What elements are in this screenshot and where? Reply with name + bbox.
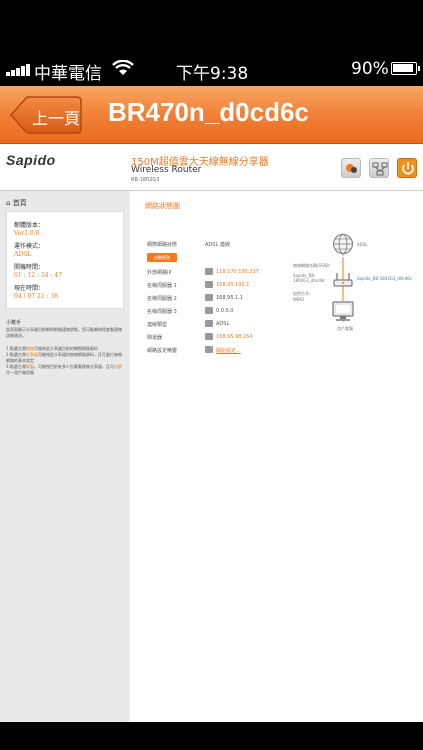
internet-status-value: ADSL 連線 — [205, 242, 230, 248]
current-time-label: 現在時間： — [14, 285, 45, 292]
gateway-label: 閘道器 — [147, 335, 163, 341]
network-diagram: ADSL Sapido_RB-1802G3_d0cd6c 無線網路名稱(SSID… — [293, 231, 423, 351]
web-view: Sapido 150M超值雲大天線無線分享器 Wireless Router R… — [0, 144, 423, 722]
status-bar — [0, 0, 423, 40]
battery-percent: 90% — [351, 59, 389, 79]
power-icon[interactable] — [397, 158, 417, 178]
back-button[interactable]: 上一頁 — [10, 96, 82, 134]
help-title: 小幫手 — [6, 320, 22, 326]
network-status-panel: 網路狀態圖 網際網路狀態 ADSL 連線 自動偵測 外部網路IP 118.170… — [133, 191, 423, 722]
router-header: Sapido 150M超值雲大天線無線分享器 Wireless Router R… — [0, 144, 423, 190]
info-badge-icon — [205, 346, 213, 353]
sidebar: ⌂ 首頁 韌體版本： Ver1.0.0 運作模式： ADSL 開機時間： 01 … — [0, 191, 130, 722]
info-badge-icon — [205, 294, 213, 301]
setup-wizard-link[interactable]: 開始設定... — [216, 347, 241, 354]
router-icon[interactable] — [333, 271, 353, 289]
current-time-value: 04 / 07 21 : 38 — [14, 293, 59, 300]
wifi-icon — [112, 60, 134, 75]
dns3-value: 0.0.0.0 — [216, 308, 234, 314]
info-badge-icon — [205, 320, 213, 327]
back-button-label: 上一頁 — [32, 109, 81, 128]
bottom-bar — [0, 722, 423, 750]
uptime-label: 開機時間： — [14, 264, 45, 271]
home-link[interactable]: ⌂ 首頁 — [6, 198, 27, 208]
carrier-label: 中華電信 — [34, 64, 102, 84]
help-step-3: 3.點選左側電腦，可檢視目前有多少台電腦連線分享器，且可封鎖任一用戶端設備 — [6, 364, 122, 375]
dns3-label: 名稱伺服器 3 — [147, 309, 177, 315]
clock: 下午9:38 — [176, 64, 249, 84]
mode-value: ADSL — [14, 251, 32, 258]
security-label: 加密方式: — [293, 291, 311, 296]
panel-title: 網路狀態圖 — [145, 202, 180, 210]
model-title-en: Wireless Router — [131, 165, 202, 175]
uptime-value: 01 : 12 : 34 : 47 — [14, 272, 63, 279]
navigation-bar: 上一頁 BR470n_d0cd6c — [0, 86, 423, 144]
user-icon[interactable] — [341, 158, 361, 178]
dns2-label: 名稱伺服器 2 — [147, 296, 177, 302]
help-text: 此頁面顯示分享器目前網際網路連線狀態，您可點擊按鈕查看連線詳細資訊。 — [6, 327, 122, 338]
gateway-value: 168.95.98.254 — [216, 334, 253, 340]
router-name: Sapido_RB-1802G3_d0cd6c — [357, 276, 412, 281]
dns1-label: 名稱伺服器 1 — [147, 283, 177, 289]
wan-ip-label: 外部網路IP — [147, 270, 172, 276]
internet-type-label: ADSL — [357, 242, 368, 247]
mode-label: 運作模式： — [14, 243, 45, 250]
globe-icon[interactable] — [332, 233, 354, 255]
ssid-value: Sapido_RB-1802G3_d0cd6c — [293, 273, 326, 283]
computer-icon[interactable] — [331, 301, 355, 323]
home-icon: ⌂ — [6, 199, 11, 207]
info-badge-icon — [205, 281, 213, 288]
help-steps: 1.點選左側網路可檢視此分享器目前的網際網路資料 2.點選左側分享器可檢視此分享… — [6, 346, 124, 376]
info-badge-icon — [205, 307, 213, 314]
dns2-value: 168.95.1.1 — [216, 295, 244, 301]
system-info-box: 韌體版本： Ver1.0.0 運作模式： ADSL 開機時間： 01 : 12 … — [6, 211, 124, 309]
model-number: RB-1802G3 — [131, 177, 160, 183]
info-badge-icon — [205, 333, 213, 340]
home-label: 首頁 — [12, 199, 27, 207]
internet-status-label: 網際網路狀態 — [147, 242, 178, 248]
setup-wizard-label: 網路設定精靈 — [147, 348, 178, 354]
firmware-value: Ver1.0.0 — [14, 230, 40, 237]
status-bar-content: 中華電信 下午9:38 90% — [0, 56, 423, 86]
dns1-value: 168.95.192.1 — [216, 282, 250, 288]
client-pc-label: 用戶電腦 — [337, 326, 353, 331]
ssid-label: 無線網路名稱(SSID): — [293, 263, 331, 268]
connection-type-label: 連線類型 — [147, 322, 168, 328]
page-title: BR470n_d0cd6c — [108, 97, 309, 127]
info-badge-icon — [205, 268, 213, 275]
auto-detect-button[interactable]: 自動偵測 — [147, 253, 177, 262]
connection-type-value: ADSL — [216, 321, 230, 327]
help-step-2: 2.點選左側分享器可檢視此分享器的無線網路資料，且可進行無線網路的基本設定 — [6, 352, 122, 363]
security-value: WPA2 — [293, 297, 305, 302]
network-map-icon[interactable] — [369, 158, 389, 178]
battery-icon — [391, 62, 420, 75]
firmware-label: 韌體版本： — [14, 222, 45, 229]
wan-ip-value: 118.170.195.237 — [216, 269, 259, 275]
brand-logo: Sapido — [6, 152, 56, 168]
signal-icon — [6, 64, 32, 76]
